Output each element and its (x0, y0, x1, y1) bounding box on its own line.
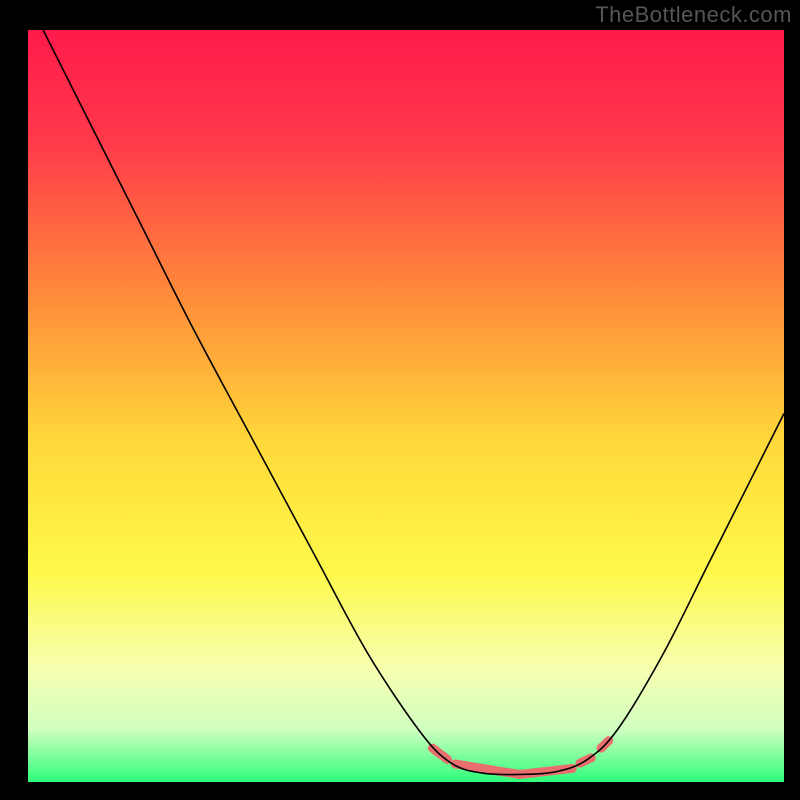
bottleneck-chart (0, 0, 800, 800)
plot-background (28, 30, 784, 782)
watermark-text: TheBottleneck.com (595, 2, 792, 28)
chart-container: TheBottleneck.com (0, 0, 800, 800)
